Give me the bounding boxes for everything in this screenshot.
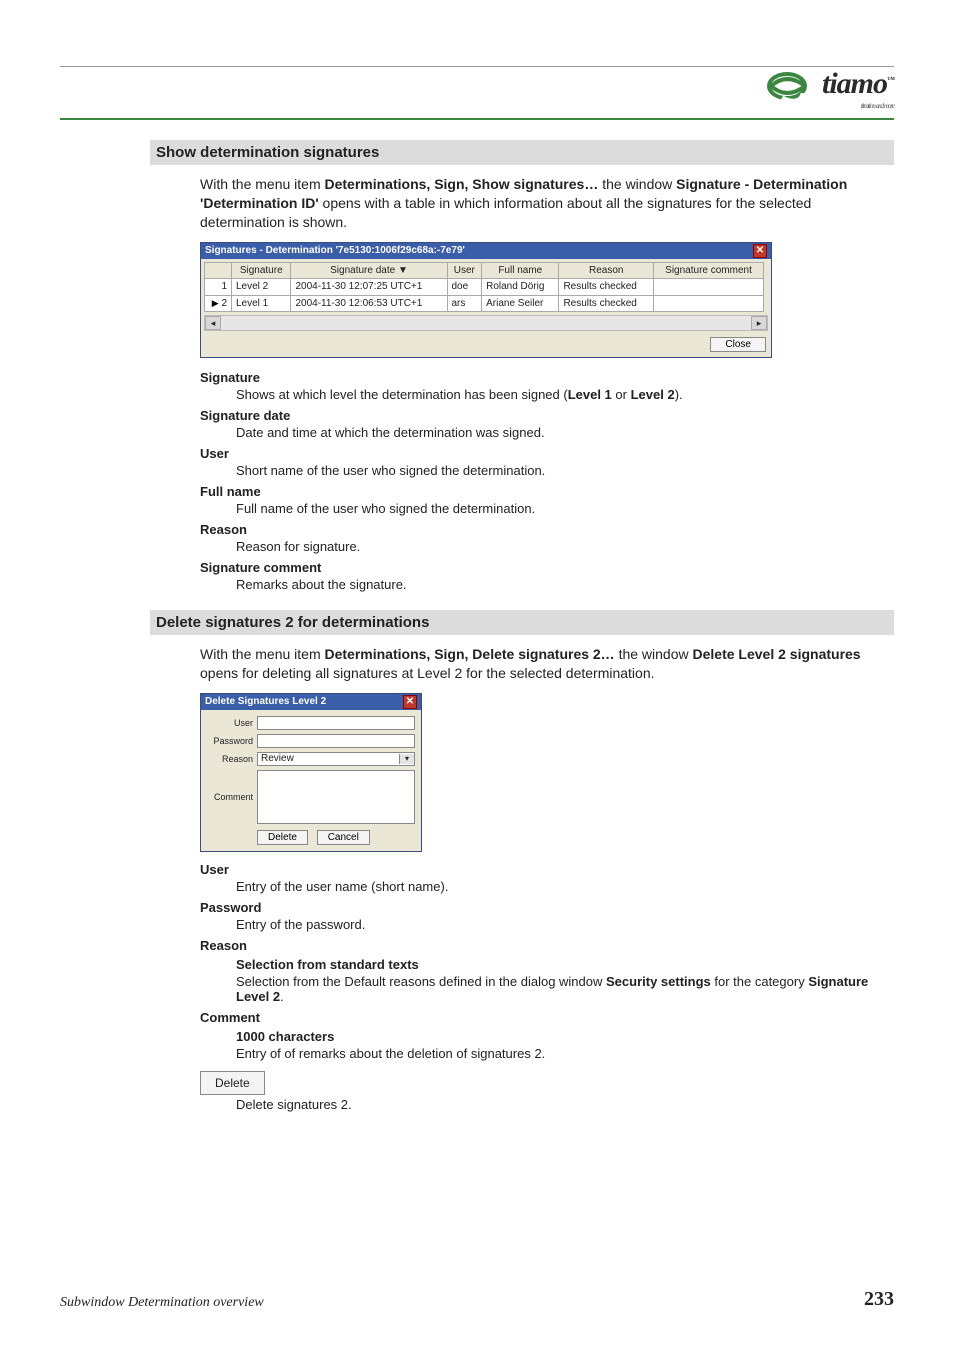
scroll-left-icon[interactable]: ◂ [205,316,221,330]
def-term: Full name [200,484,894,499]
close-icon[interactable]: ✕ [403,695,417,709]
def-subterm: 1000 characters [236,1029,894,1044]
def-desc: Entry of of remarks about the deletion o… [236,1046,894,1061]
def-desc: Delete signatures 2. [236,1097,894,1112]
user-field[interactable] [257,716,415,730]
def-desc: Remarks about the signature. [236,577,894,592]
def-term: Password [200,900,894,915]
def-desc: Reason for signature. [236,539,894,554]
comment-textarea[interactable] [257,770,415,824]
user-label: User [207,717,253,729]
def-term: Reason [200,522,894,537]
intro-text-2: With the menu item Determinations, Sign,… [200,645,894,683]
window-title: Signatures - Determination '7e5130:1006f… [205,244,465,258]
close-icon[interactable]: ✕ [753,244,767,258]
def-term: Signature comment [200,560,894,575]
comment-label: Comment [207,791,253,803]
signatures-window: Signatures - Determination '7e5130:1006f… [200,242,772,359]
delete-action-button[interactable]: Delete [200,1071,265,1095]
delete-signatures-dialog: Delete Signatures Level 2 ✕ User Passwor… [200,693,422,852]
dialog-title: Delete Signatures Level 2 [205,695,326,709]
def-subterm: Selection from standard texts [236,957,894,972]
def-desc: Selection from the Default reasons defin… [236,974,894,1004]
def-desc: Entry of the password. [236,917,894,932]
cancel-button[interactable]: Cancel [317,830,370,845]
def-desc: Shows at which level the determination h… [236,387,894,402]
delete-button[interactable]: Delete [257,830,308,845]
chevron-down-icon: ▾ [399,754,414,765]
def-term: Signature date [200,408,894,423]
table-row[interactable]: ▶ 2 Level 1 2004-11-30 12:06:53 UTC+1 ar… [205,295,764,312]
def-term: User [200,446,894,461]
password-label: Password [207,735,253,747]
intro-text-1: With the menu item Determinations, Sign,… [200,175,894,232]
reason-label: Reason [207,753,253,765]
table-row[interactable]: 1 Level 2 2004-11-30 12:07:25 UTC+1 doe … [205,279,764,296]
def-term: User [200,862,894,877]
section-heading-show-signatures: Show determination signatures [150,140,894,165]
page-number: 233 [864,1288,894,1311]
def-term: Comment [200,1010,894,1025]
def-desc: Entry of the user name (short name). [236,879,894,894]
def-desc: Short name of the user who signed the de… [236,463,894,478]
footer-section-title: Subwindow Determination overview [60,1295,264,1311]
def-term: Signature [200,370,894,385]
section-heading-delete-signatures: Delete signatures 2 for determinations [150,610,894,635]
horizontal-scrollbar[interactable]: ◂ ▸ [204,315,768,331]
scroll-right-icon[interactable]: ▸ [751,316,767,330]
password-field[interactable] [257,734,415,748]
brand-logo: tiamo™ titration and more [765,67,894,110]
close-button[interactable]: Close [710,337,766,352]
def-term: Reason [200,938,894,953]
def-desc: Date and time at which the determination… [236,425,894,440]
def-desc: Full name of the user who signed the det… [236,501,894,516]
signatures-table: Signature Signature date ▼ User Full nam… [204,262,764,313]
reason-select[interactable]: Review ▾ [257,752,415,766]
